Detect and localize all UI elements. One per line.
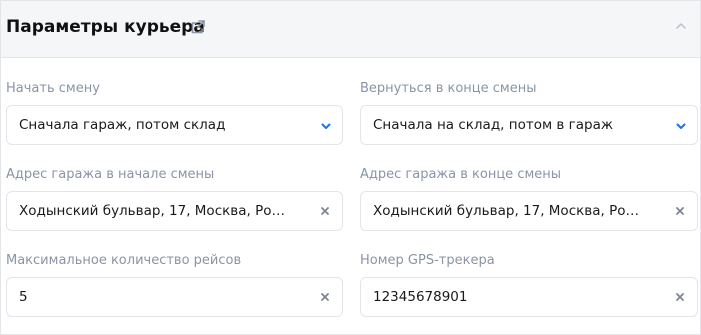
chevron-down-icon [676, 123, 686, 129]
start-shift-value: Сначала гараж, потом склад [19, 117, 226, 133]
end-shift-value: Сначала на склад, потом в гараж [373, 117, 614, 133]
garage-start-address-label: Адрес гаража в начале смены [6, 167, 215, 182]
garage-end-address-field[interactable] [360, 191, 698, 231]
gps-tracker-field[interactable] [360, 277, 698, 317]
chevron-up-icon[interactable] [674, 19, 688, 33]
garage-start-address-field[interactable] [6, 191, 343, 231]
max-trips-input[interactable] [19, 289, 289, 306]
garage-end-address-input[interactable] [373, 203, 643, 220]
start-shift-label: Начать смену [6, 81, 100, 96]
max-trips-field[interactable] [6, 277, 343, 317]
start-shift-select[interactable]: Сначала гараж, потом склад [6, 105, 343, 145]
gps-tracker-input[interactable] [373, 289, 643, 306]
courier-params-panel: Параметры курьера Начать смену Сначала г… [0, 0, 701, 335]
clear-icon[interactable] [320, 206, 330, 216]
garage-start-address-input[interactable] [19, 203, 289, 220]
end-shift-select[interactable]: Сначала на склад, потом в гараж [360, 105, 698, 145]
clear-icon[interactable] [675, 206, 685, 216]
external-link-icon[interactable] [190, 19, 206, 35]
gps-tracker-label: Номер GPS-трекера [360, 253, 495, 268]
panel-header: Параметры курьера [1, 1, 700, 58]
garage-end-address-label: Адрес гаража в конце смены [360, 167, 562, 182]
end-shift-label: Вернуться в конце смены [360, 81, 537, 96]
max-trips-label: Максимальное количество рейсов [6, 253, 242, 268]
chevron-down-icon [321, 123, 331, 129]
panel-title: Параметры курьера [6, 17, 205, 37]
clear-icon[interactable] [675, 292, 685, 302]
clear-icon[interactable] [320, 292, 330, 302]
